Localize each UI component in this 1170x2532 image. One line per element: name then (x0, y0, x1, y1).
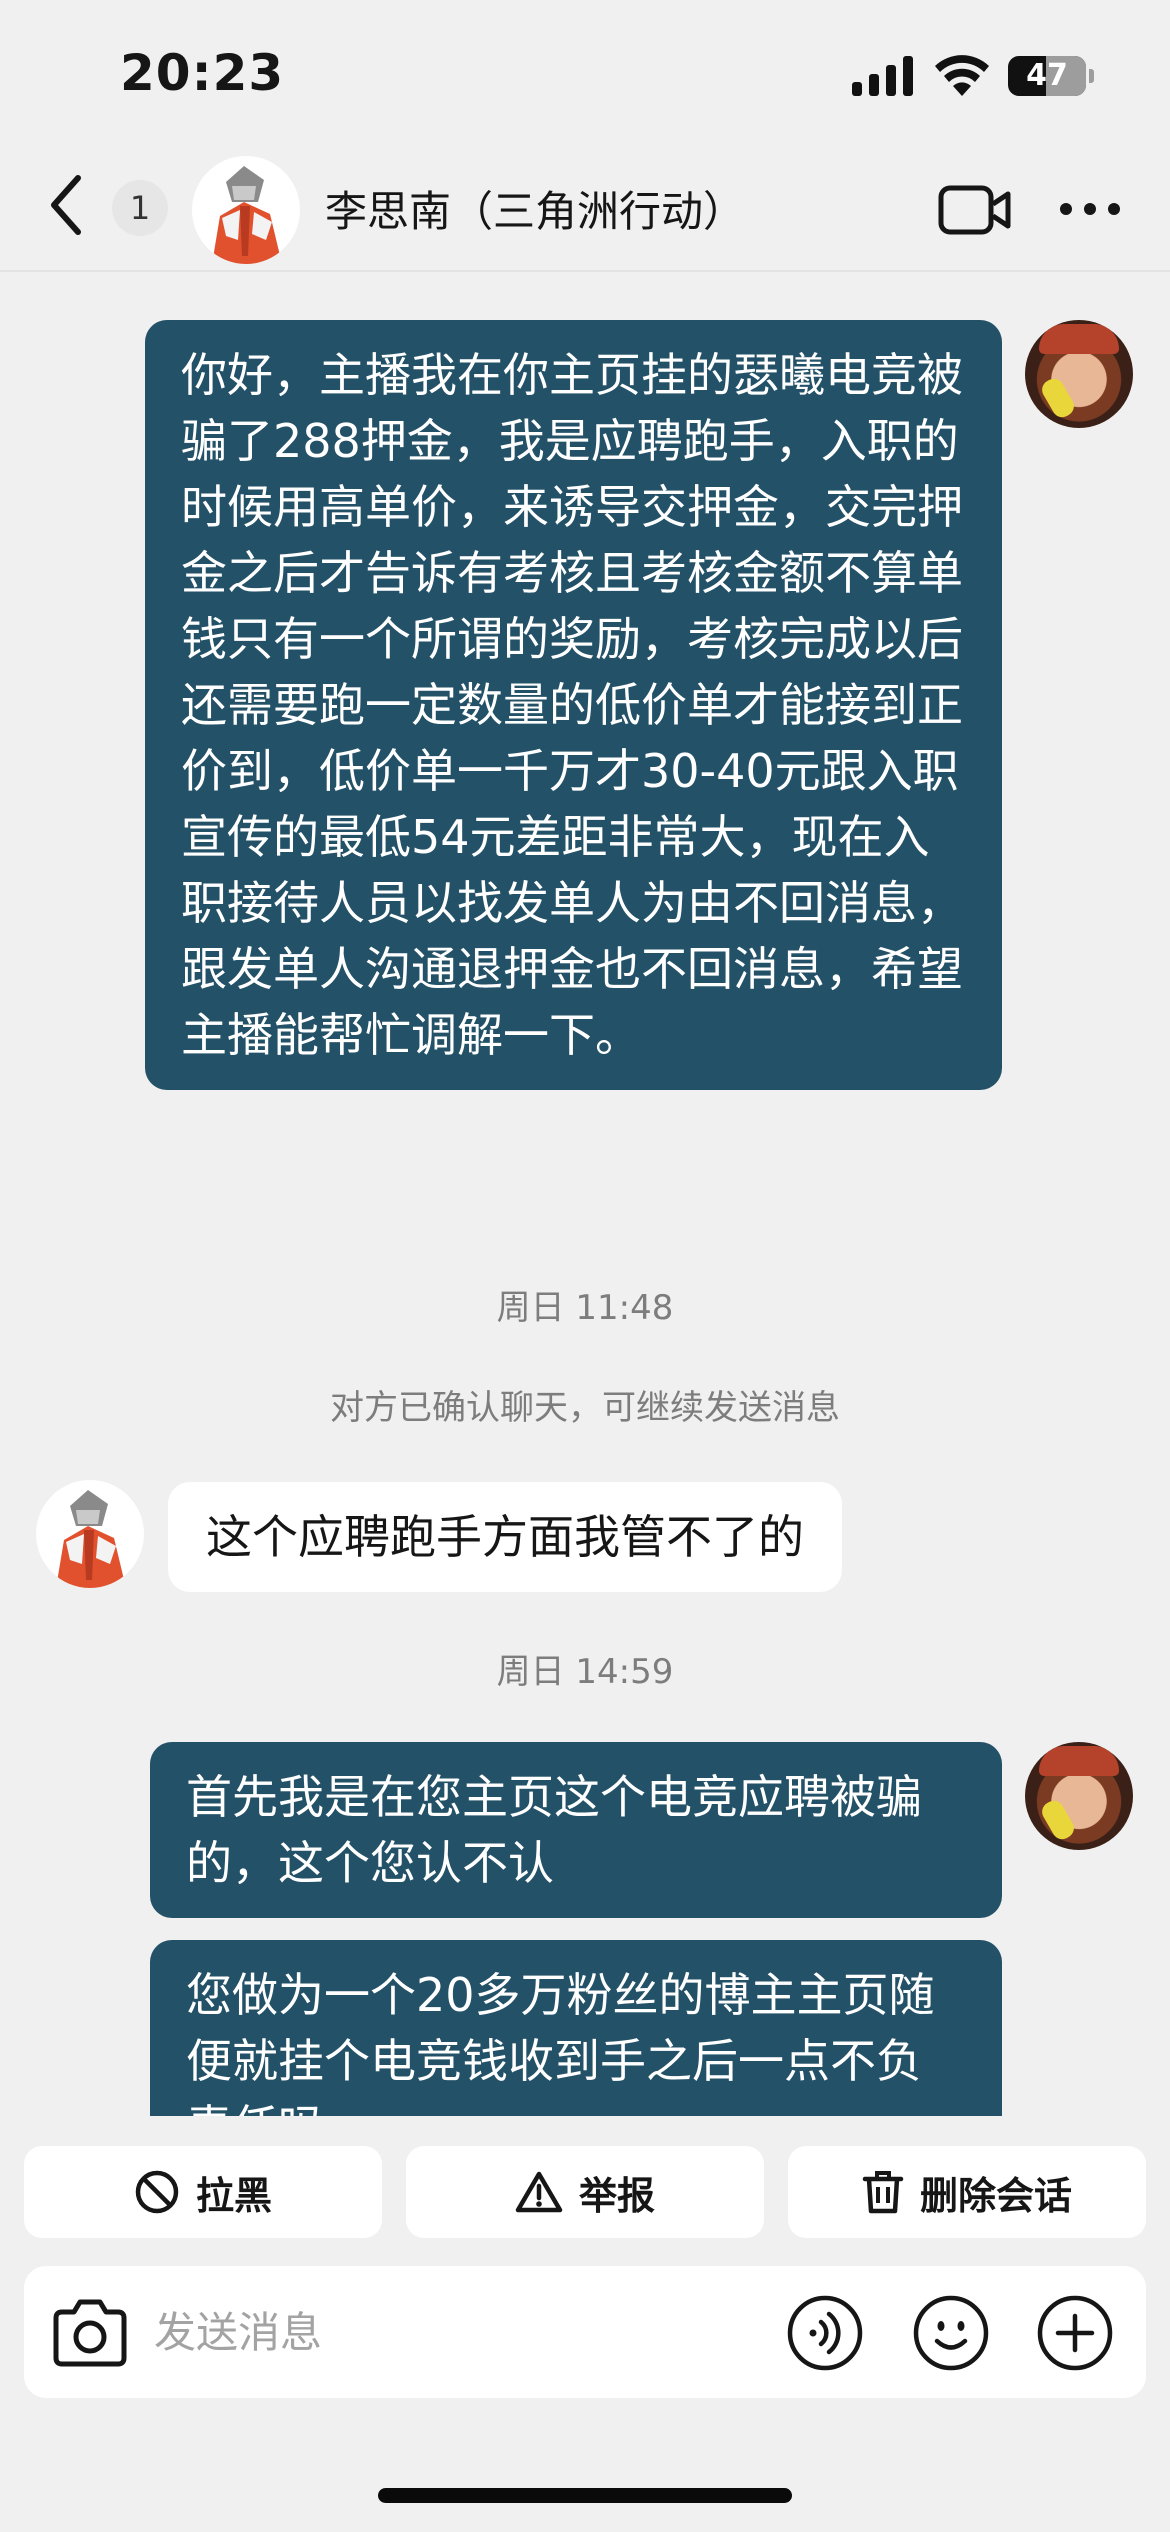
plus-icon[interactable] (1036, 2294, 1114, 2372)
outgoing-message-bubble[interactable]: 你好，主播我在你主页挂的瑟曦电竞被骗了288押金，我是应聘跑手，入职的时候用高单… (145, 320, 1002, 1090)
wifi-icon (935, 55, 989, 96)
conversation-actions: 拉黑 举报 删除会话 (0, 2146, 1170, 2238)
cellular-signal-icon (852, 56, 916, 96)
battery-tip (1089, 69, 1094, 83)
self-avatar[interactable] (1025, 320, 1133, 428)
block-label: 拉黑 (195, 2173, 272, 2218)
battery-level: 47 (1026, 58, 1068, 93)
message-list[interactable]: 你好，主播我在你主页挂的瑟曦电竞被骗了288押金，我是应聘跑手，入职的时候用高单… (0, 272, 1170, 2116)
contact-avatar[interactable] (36, 1480, 144, 1588)
outgoing-message-bubble[interactable]: 您做为一个20多万粉丝的博主主页随便就挂个电竞钱收到手之后一点不负责任吗 (150, 1940, 1002, 2116)
block-icon (135, 2170, 179, 2214)
home-indicator[interactable] (378, 2488, 792, 2503)
message-input[interactable] (154, 2298, 774, 2366)
more-dots-icon[interactable] (1058, 194, 1122, 224)
message-timestamp: 周日 11:48 (496, 1288, 674, 1328)
unread-badge[interactable]: 1 (112, 180, 168, 236)
self-avatar[interactable] (1025, 1742, 1133, 1850)
status-bar: 20:23 47 (0, 0, 1170, 150)
delete-label: 删除会话 (919, 2173, 1072, 2218)
voice-message-icon[interactable] (786, 2294, 864, 2372)
camera-icon[interactable] (50, 2296, 130, 2370)
warning-icon (515, 2171, 563, 2213)
video-call-icon[interactable] (938, 184, 1012, 236)
system-note: 对方已确认聊天，可继续发送消息 (330, 1388, 840, 1428)
chat-header: 1 李思南（三角洲行动） (0, 150, 1170, 272)
battery-icon: 47 (1008, 56, 1086, 96)
report-button[interactable]: 举报 (406, 2146, 764, 2238)
trash-icon (862, 2171, 904, 2214)
delete-conversation-button[interactable]: 删除会话 (788, 2146, 1146, 2238)
contact-avatar[interactable] (192, 156, 300, 264)
soldier-avatar-icon (212, 166, 282, 264)
back-chevron-icon[interactable] (38, 170, 98, 240)
emoji-icon[interactable] (912, 2294, 990, 2372)
chat-screen: 20:23 47 1 李思南（三角洲行动） 你好，主播我在你主页挂的瑟曦电竞被骗… (0, 0, 1170, 2532)
outgoing-message-bubble[interactable]: 首先我是在您主页这个电竞应聘被骗的，这个您认不认 (150, 1742, 1002, 1918)
block-button[interactable]: 拉黑 (24, 2146, 382, 2238)
soldier-avatar-icon (56, 1490, 126, 1588)
incoming-message-bubble[interactable]: 这个应聘跑手方面我管不了的 (168, 1482, 842, 1592)
message-timestamp: 周日 14:59 (496, 1652, 674, 1692)
message-composer (24, 2266, 1146, 2398)
contact-name: 李思南（三角洲行动） (325, 187, 746, 236)
status-time: 20:23 (120, 44, 285, 102)
report-label: 举报 (578, 2173, 655, 2218)
